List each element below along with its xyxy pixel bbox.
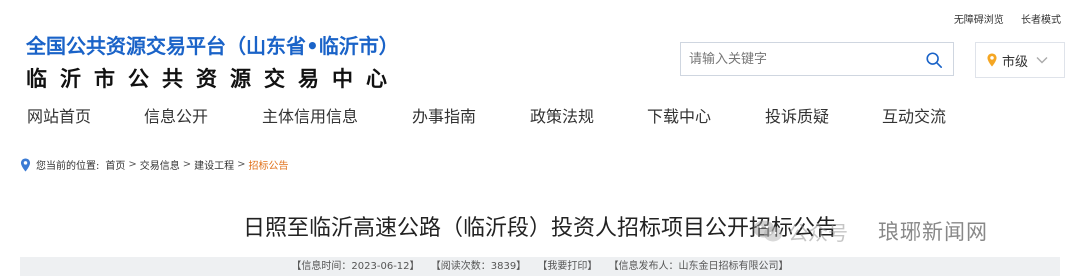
region-label: 市级 bbox=[1002, 54, 1029, 70]
breadcrumb: 您当前的位置: 首页 > 交易信息 > 建设工程 > 招标公告 bbox=[20, 157, 289, 172]
nav-interaction[interactable]: 互动交流 bbox=[882, 103, 946, 127]
logo-title: 全国公共资源交易平台（山东省•临沂市） bbox=[26, 34, 399, 58]
site-logo[interactable]: 全国公共资源交易平台（山东省•临沂市） 临沂市公共资源交易中心 bbox=[26, 30, 400, 93]
breadcrumb-trade-info[interactable]: 交易信息 bbox=[140, 157, 180, 172]
elder-mode-link[interactable]: 长者模式 bbox=[1021, 15, 1061, 26]
location-pin-icon bbox=[20, 157, 31, 172]
search-box bbox=[680, 42, 954, 76]
search-icon[interactable] bbox=[925, 51, 943, 69]
breadcrumb-construction[interactable]: 建设工程 bbox=[194, 157, 234, 172]
nav-home[interactable]: 网站首页 bbox=[27, 103, 91, 127]
breadcrumb-separator: > bbox=[182, 159, 192, 170]
breadcrumb-prefix: 您当前的位置: bbox=[36, 161, 100, 172]
meta-publisher: 【信息发布人：山东金日招标有限公司】 bbox=[608, 261, 789, 272]
search-input[interactable] bbox=[681, 43, 916, 75]
logo-subtitle: 临沂市公共资源交易中心 bbox=[26, 67, 400, 91]
article-meta: 【信息时间：2023-06-12】 【阅读次数：3839】 【我要打印】 【信息… bbox=[20, 257, 1060, 276]
nav-info-public[interactable]: 信息公开 bbox=[144, 103, 208, 127]
top-links: 无障碍浏览 长者模式 bbox=[940, 11, 1061, 26]
breadcrumb-current: 招标公告 bbox=[248, 161, 289, 172]
nav-complaints[interactable]: 投诉质疑 bbox=[765, 103, 829, 127]
nav-guide[interactable]: 办事指南 bbox=[412, 103, 476, 127]
meta-views: 【阅读次数：3839】 bbox=[430, 261, 527, 272]
region-selector[interactable]: 市级 bbox=[975, 42, 1065, 78]
accessibility-link[interactable]: 无障碍浏览 bbox=[954, 15, 1004, 26]
nav-credit-info[interactable]: 主体信用信息 bbox=[262, 103, 358, 127]
nav-policy[interactable]: 政策法规 bbox=[530, 103, 594, 127]
breadcrumb-separator: > bbox=[237, 159, 246, 170]
meta-date: 【信息时间：2023-06-12】 bbox=[291, 261, 420, 272]
main-nav: 网站首页 信息公开 主体信用信息 办事指南 政策法规 下载中心 投诉质疑 互动交… bbox=[0, 103, 1080, 129]
location-pin-icon bbox=[987, 53, 997, 67]
breadcrumb-separator: > bbox=[128, 159, 137, 170]
chevron-down-icon bbox=[1036, 57, 1048, 64]
article-title: 日照至临沂高速公路（临沂段）投资人招标项目公开招标公告 bbox=[242, 216, 837, 241]
breadcrumb-home[interactable]: 首页 bbox=[105, 157, 125, 172]
print-link[interactable]: 【我要打印】 bbox=[537, 261, 597, 272]
nav-download[interactable]: 下载中心 bbox=[647, 103, 711, 127]
